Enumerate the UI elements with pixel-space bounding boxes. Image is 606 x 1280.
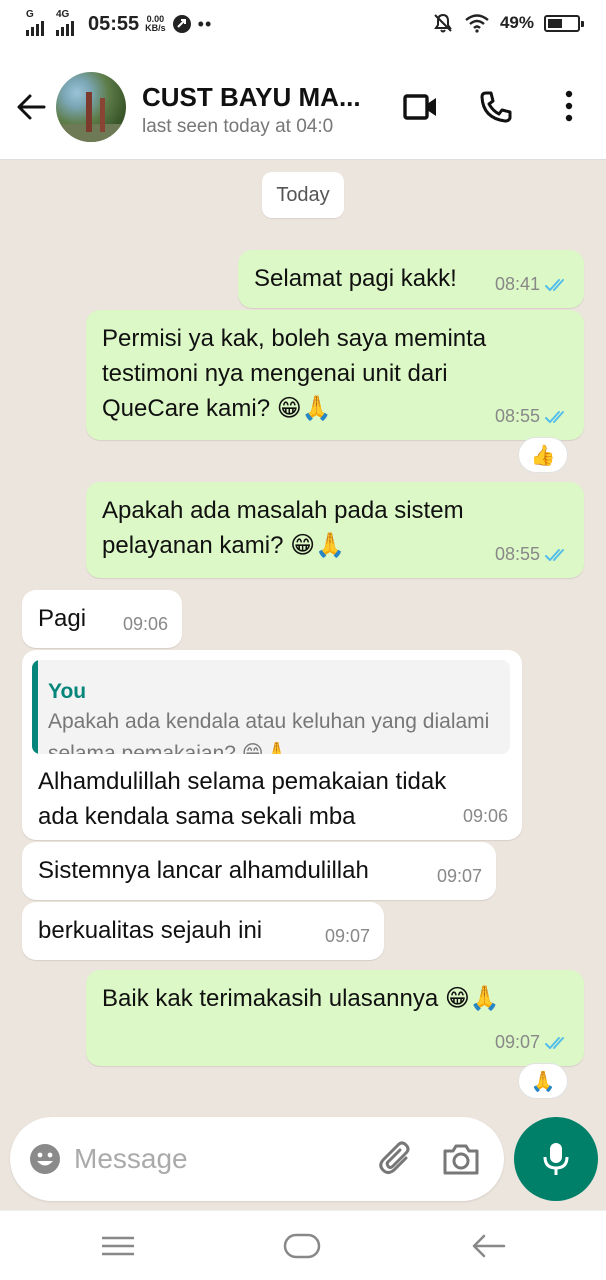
sync-icon xyxy=(172,15,191,33)
double-tick-icon xyxy=(545,410,564,423)
quoted-author: You xyxy=(48,680,87,703)
back-arrow-icon[interactable] xyxy=(14,90,48,124)
message-line: ada kendala sama sekali mba xyxy=(38,803,356,830)
message-time: 08:41 xyxy=(494,274,540,294)
status-bar: G 4G 05:55 0.00 KB/s •• 49% xyxy=(0,0,606,54)
message-time: 08:55 xyxy=(494,406,540,426)
mic-icon xyxy=(543,1143,569,1175)
incoming-message[interactable]: Sistemnya lancar alhamdulillah 09:07 xyxy=(22,842,496,900)
system-navigation-bar xyxy=(0,1210,606,1280)
attach-icon[interactable] xyxy=(378,1141,414,1177)
speed-unit: KB/s xyxy=(145,23,166,33)
date-divider: Today xyxy=(262,172,344,218)
more-notifications-icon: •• xyxy=(197,13,213,34)
avatar[interactable] xyxy=(56,72,126,142)
message-text: berkualitas sejauh ini xyxy=(38,917,263,944)
message-text: Baik kak terimakasih ulasannya 😁🙏 xyxy=(102,985,500,1012)
menu-icon[interactable] xyxy=(98,1229,138,1263)
message-time: 09:07 xyxy=(324,926,370,946)
battery-icon xyxy=(544,14,584,32)
contact-name[interactable]: CUST BAYU MA... xyxy=(142,82,361,113)
message-text: Pagi xyxy=(38,605,87,632)
message-text: Permisi ya kak, boleh saya meminta testi… xyxy=(102,321,486,426)
message-time: 09:07 xyxy=(436,866,482,886)
incoming-message[interactable]: Pagi 09:06 xyxy=(22,590,182,648)
message-line: Apakah ada masalah pada sistem xyxy=(102,497,464,524)
mic-button[interactable] xyxy=(514,1117,598,1201)
message-line: Permisi ya kak, boleh saya meminta xyxy=(102,325,487,352)
signal-icon: 4G xyxy=(56,9,80,36)
mute-icon xyxy=(434,13,452,33)
message-time: 09:06 xyxy=(122,614,168,634)
wifi-icon xyxy=(465,14,489,33)
network-type-2: 4G xyxy=(56,9,70,20)
message-time: 09:06 xyxy=(462,806,508,826)
reaction-badge[interactable]: 🙏 xyxy=(518,1063,568,1099)
double-tick-icon xyxy=(545,1036,564,1049)
message-time: 08:55 xyxy=(494,544,540,564)
message-line: testimoni nya mengenai unit dari xyxy=(102,360,448,387)
phone-icon[interactable] xyxy=(478,90,514,124)
more-vertical-icon[interactable] xyxy=(552,90,586,124)
outgoing-message[interactable]: Apakah ada masalah pada sistem pelayanan… xyxy=(86,482,584,578)
message-time: 09:07 xyxy=(494,1032,540,1052)
double-tick-icon xyxy=(545,278,564,291)
emoji-icon[interactable] xyxy=(28,1142,62,1176)
video-call-icon[interactable] xyxy=(402,90,438,124)
outgoing-message[interactable]: Baik kak terimakasih ulasannya 😁🙏 09:07 xyxy=(86,970,584,1066)
message-composer xyxy=(10,1117,504,1201)
quoted-message[interactable]: You Apakah ada kendala atau keluhan yang… xyxy=(32,660,510,754)
incoming-message[interactable]: You Apakah ada kendala atau keluhan yang… xyxy=(22,650,522,840)
home-icon[interactable] xyxy=(282,1229,322,1263)
message-line: Alhamdulillah selama pemakaian tidak xyxy=(38,768,447,795)
network-speed: 0.00 KB/s xyxy=(145,15,166,33)
double-tick-icon xyxy=(545,548,564,561)
chat-area[interactable]: Today Selamat pagi kakk! 08:41 Permisi y… xyxy=(0,160,606,1210)
reaction-badge[interactable]: 👍 xyxy=(518,437,568,473)
message-input[interactable] xyxy=(74,1137,364,1181)
message-text: Selamat pagi kakk! xyxy=(254,265,457,292)
network-type-1: G xyxy=(26,9,34,20)
battery-percentage: 49% xyxy=(499,13,534,32)
back-icon[interactable] xyxy=(468,1229,508,1263)
signal-icon: G xyxy=(26,9,50,36)
chat-header: CUST BAYU MA... last seen today at 04:0 xyxy=(0,54,606,160)
outgoing-message[interactable]: Selamat pagi kakk! 08:41 xyxy=(238,250,584,308)
message-text: Alhamdulillah selama pemakaian tidak ada… xyxy=(38,764,446,834)
quoted-text: Apakah ada kendala atau keluhan yang dia… xyxy=(48,710,490,754)
message-text: Sistemnya lancar alhamdulillah xyxy=(38,857,369,884)
outgoing-message[interactable]: Permisi ya kak, boleh saya meminta testi… xyxy=(86,310,584,440)
last-seen-status[interactable]: last seen today at 04:0 xyxy=(142,116,368,138)
status-time: 05:55 xyxy=(88,12,140,35)
incoming-message[interactable]: berkualitas sejauh ini 09:07 xyxy=(22,902,384,960)
camera-icon[interactable] xyxy=(442,1141,480,1177)
battery-level xyxy=(548,18,562,28)
message-text: Apakah ada masalah pada sistem pelayanan… xyxy=(102,493,464,563)
message-line: QueCare kami? 😁🙏 xyxy=(102,395,332,422)
message-line: pelayanan kami? 😁🙏 xyxy=(102,532,346,559)
